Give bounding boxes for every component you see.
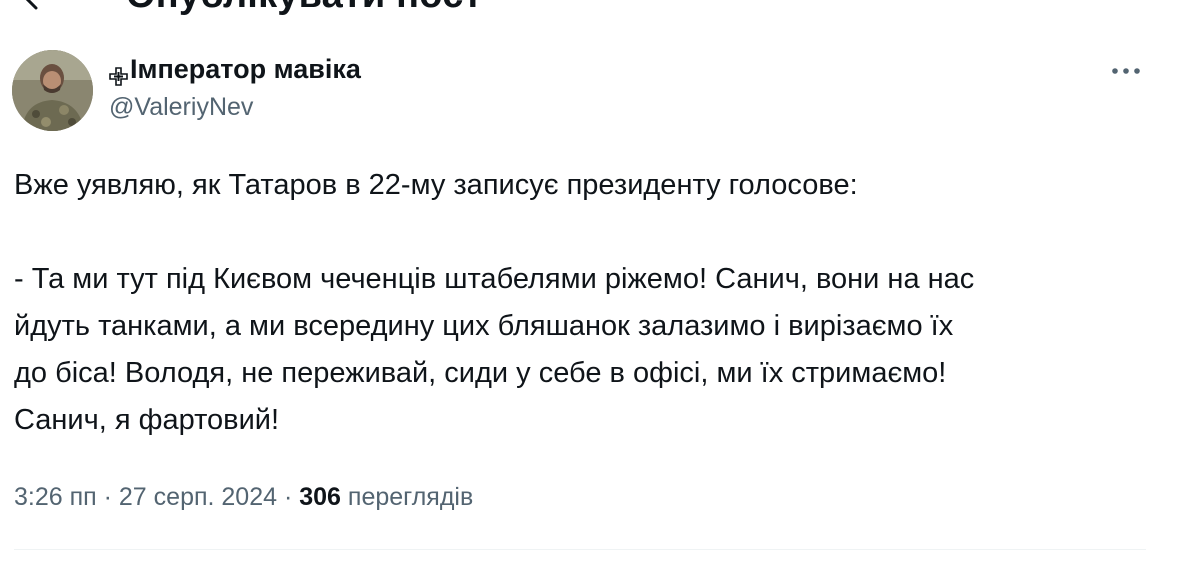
meta-separator: ·: [96, 483, 119, 511]
avatar-photo: [12, 50, 93, 131]
views-label: переглядів: [347, 483, 474, 511]
tweet-line: Вже уявляю, як Татаров в 22-му записує п…: [14, 169, 858, 201]
display-name-text: Імператор мавіка: [130, 54, 361, 84]
user-handle[interactable]: @ValeriyNev: [109, 92, 361, 122]
user-info: Імператор мавіка @ValeriyNev: [109, 52, 361, 122]
tweet-line-blank: [14, 209, 1164, 256]
divider: [14, 549, 1146, 550]
more-horizontal-icon: [1112, 68, 1140, 74]
tweet-text: Вже уявляю, як Татаров в 22-му записує п…: [14, 162, 1164, 444]
display-name[interactable]: Імператор мавіка: [109, 52, 361, 86]
post-time[interactable]: 3:26 пп: [14, 483, 97, 511]
post-date[interactable]: 27 серп. 2024: [119, 483, 277, 511]
tweet-line: - Та ми тут під Києвом чеченців штабелям…: [14, 263, 975, 295]
avatar[interactable]: [12, 50, 93, 131]
more-button[interactable]: [1106, 56, 1146, 86]
tweet-line: Санич, я фартовий!: [14, 404, 280, 436]
tweet-meta: 3:26 пп · 27 серп. 2024 · 306 переглядів: [14, 480, 473, 514]
views-count: 306: [299, 483, 341, 511]
arrow-left-icon[interactable]: [14, 0, 50, 14]
meta-separator: ·: [277, 483, 300, 511]
tweet-line: до біса! Володя, не переживай, сиди у се…: [14, 357, 947, 389]
cross-icon: [109, 60, 128, 86]
tweet-line: йдуть танками, а ми всередину цих бляшан…: [14, 310, 954, 342]
page-title: Опублікувати пост: [126, 0, 482, 17]
top-bar: Опублікувати пост: [0, 0, 1202, 20]
